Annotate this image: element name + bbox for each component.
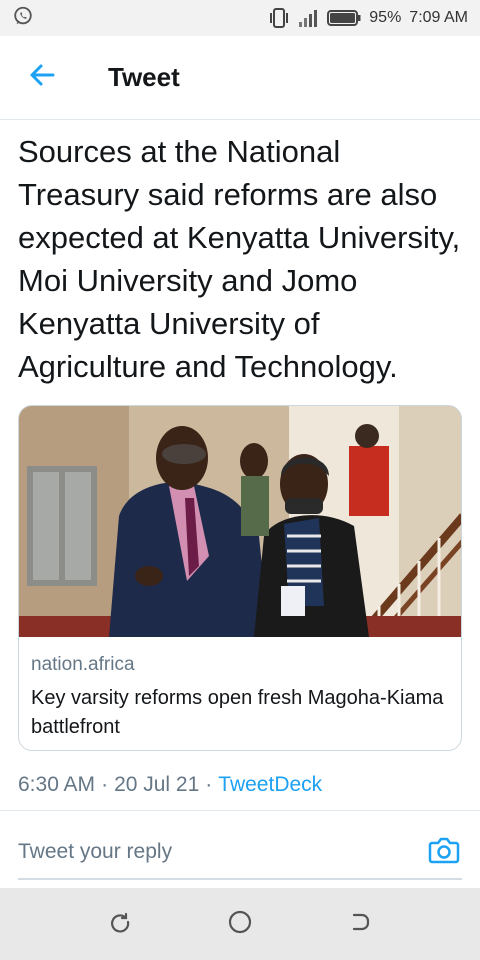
- battery-percent: 95%: [369, 9, 402, 26]
- divider: [0, 810, 480, 811]
- link-card[interactable]: nation.africa Key varsity reforms open f…: [18, 405, 462, 751]
- back-nav-button[interactable]: [340, 904, 380, 944]
- home-circle-icon: [227, 909, 253, 940]
- vibrate-icon: [269, 7, 289, 29]
- reply-input[interactable]: [18, 840, 426, 864]
- card-title: Key varsity reforms open fresh Magoha-Ki…: [31, 687, 444, 738]
- card-image: [19, 406, 461, 637]
- tweet-meta: 6:30 AM · 20 Jul 21 · TweetDeck: [18, 773, 322, 797]
- meta-separator: ·: [205, 773, 213, 796]
- recents-icon: [108, 910, 132, 939]
- reply-bar: [18, 826, 462, 880]
- clock: 7:09 AM: [409, 9, 468, 26]
- arrow-left-icon: [28, 61, 56, 94]
- signal-icon: [297, 8, 319, 28]
- system-nav-bar: [0, 888, 480, 960]
- tweet-source-link[interactable]: TweetDeck: [218, 773, 322, 797]
- tweet-date: 20 Jul 21: [114, 773, 200, 796]
- page-title: Tweet: [108, 62, 180, 92]
- camera-button[interactable]: [426, 834, 462, 870]
- battery-icon: [327, 9, 361, 27]
- card-meta: nation.africa Key varsity reforms open f…: [31, 653, 451, 742]
- meta-separator: ·: [101, 773, 109, 796]
- tweet-time: 6:30 AM: [18, 773, 96, 796]
- whatsapp-icon: [12, 5, 34, 32]
- status-left: [12, 5, 34, 32]
- status-right: 95% 7:09 AM: [269, 7, 468, 29]
- tweet-text: Sources at the National Treasury said re…: [18, 134, 461, 384]
- card-domain: nation.africa: [31, 654, 135, 675]
- camera-icon: [428, 835, 460, 870]
- back-nav-icon: [348, 910, 372, 939]
- app-header: Tweet: [0, 36, 480, 120]
- back-button[interactable]: [14, 50, 70, 106]
- recents-button[interactable]: [100, 904, 140, 944]
- home-button[interactable]: [220, 904, 260, 944]
- status-bar: 95% 7:09 AM: [0, 0, 480, 36]
